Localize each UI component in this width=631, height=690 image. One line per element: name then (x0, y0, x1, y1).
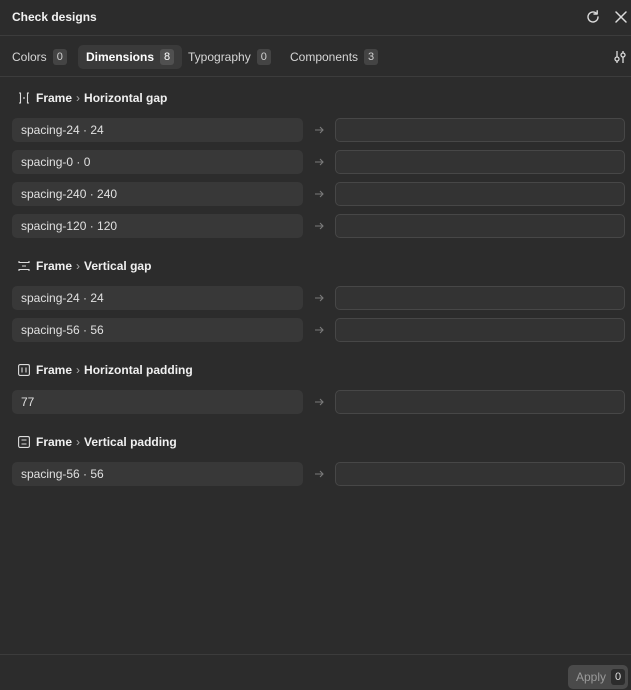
group-property: Vertical gap (84, 259, 152, 273)
current-value-field[interactable]: spacing-120 · 120 (12, 214, 303, 238)
group-header-vertical-gap: Frame › Vertical gap (18, 258, 151, 274)
arrow-right-icon (315, 326, 324, 334)
tab-bar: Colors 0 Dimensions 8 Typography 0 Compo… (0, 37, 631, 77)
breadcrumb-separator: › (76, 259, 81, 273)
table-row: spacing-24 · 24 (0, 286, 631, 310)
window-title: Check designs (12, 10, 97, 24)
tab-count-badge: 0 (256, 49, 271, 65)
replacement-input[interactable] (335, 118, 625, 142)
tab-label: Dimensions (86, 50, 155, 64)
horizontal-gap-icon (19, 92, 29, 104)
tab-label: Typography (188, 50, 251, 64)
arrow-right-icon (315, 158, 324, 166)
close-icon[interactable] (613, 9, 629, 25)
group-parent: Frame (36, 435, 73, 449)
breadcrumb-separator: › (76, 435, 81, 449)
current-value-field[interactable]: spacing-24 · 24 (12, 118, 303, 142)
current-value-field[interactable]: spacing-56 · 56 (12, 462, 303, 486)
replacement-input[interactable] (335, 318, 625, 342)
replacement-input[interactable] (335, 182, 625, 206)
current-value-field[interactable]: spacing-56 · 56 (12, 318, 303, 342)
tab-colors[interactable]: Colors 0 (4, 45, 75, 69)
group-parent: Frame (36, 259, 73, 273)
vertical-padding-icon (18, 436, 30, 448)
table-row: spacing-24 · 24 (0, 118, 631, 142)
tab-label: Colors (12, 50, 47, 64)
current-value-field[interactable]: spacing-24 · 24 (12, 286, 303, 310)
tab-typography[interactable]: Typography 0 (180, 45, 279, 69)
horizontal-padding-icon (18, 364, 30, 376)
tab-count-badge: 3 (364, 49, 379, 65)
breadcrumb-separator: › (76, 91, 81, 105)
tab-dimensions[interactable]: Dimensions 8 (78, 45, 183, 69)
replacement-input[interactable] (335, 462, 625, 486)
table-row: spacing-0 · 0 (0, 150, 631, 174)
replacement-input[interactable] (335, 286, 625, 310)
title-bar: Check designs (0, 0, 631, 36)
table-row: spacing-120 · 120 (0, 214, 631, 238)
group-header-vertical-padding: Frame › Vertical padding (18, 434, 177, 450)
current-value-field[interactable]: 77 (12, 390, 303, 414)
group-header-horizontal-padding: Frame › Horizontal padding (18, 362, 193, 378)
current-value-field[interactable]: spacing-0 · 0 (12, 150, 303, 174)
group-property: Horizontal gap (84, 91, 168, 105)
table-row: spacing-240 · 240 (0, 182, 631, 206)
group-header-horizontal-gap: Frame › Horizontal gap (18, 90, 167, 106)
arrow-right-icon (315, 126, 324, 134)
replacement-input[interactable] (335, 214, 625, 238)
replacement-input[interactable] (335, 390, 625, 414)
tab-count-badge: 8 (160, 49, 175, 65)
current-value-field[interactable]: spacing-240 · 240 (12, 182, 303, 206)
arrow-right-icon (315, 222, 324, 230)
apply-count-badge: 0 (611, 669, 626, 685)
replacement-input[interactable] (335, 150, 625, 174)
group-property: Horizontal padding (84, 363, 193, 377)
vertical-gap-icon (18, 261, 30, 271)
refresh-icon[interactable] (585, 9, 601, 25)
apply-label: Apply (576, 670, 607, 684)
breadcrumb-separator: › (76, 363, 81, 377)
tab-components[interactable]: Components 3 (282, 45, 386, 69)
table-row: spacing-56 · 56 (0, 318, 631, 342)
arrow-right-icon (315, 470, 324, 478)
arrow-right-icon (315, 398, 324, 406)
apply-button[interactable]: Apply 0 (568, 665, 628, 689)
group-parent: Frame (36, 91, 73, 105)
tab-label: Components (290, 50, 359, 64)
group-parent: Frame (36, 363, 73, 377)
footer-bar: Apply 0 (0, 654, 631, 690)
tab-count-badge: 0 (52, 49, 67, 65)
arrow-right-icon (315, 294, 324, 302)
arrow-right-icon (315, 190, 324, 198)
table-row: spacing-56 · 56 (0, 462, 631, 486)
table-row: 77 (0, 390, 631, 414)
filter-sliders-icon[interactable] (612, 49, 628, 65)
group-property: Vertical padding (84, 435, 177, 449)
